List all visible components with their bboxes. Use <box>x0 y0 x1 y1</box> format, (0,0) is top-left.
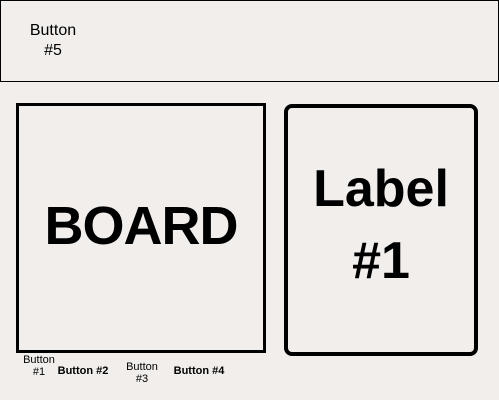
button-5[interactable]: Button #5 <box>25 21 81 61</box>
board-panel[interactable]: BOARD <box>16 103 266 353</box>
label-1-panel: Label #1 <box>284 104 478 356</box>
button-2[interactable]: Button #2 <box>53 365 113 377</box>
top-toolbar: Button #5 <box>0 0 499 82</box>
button-4[interactable]: Button #4 <box>169 365 229 377</box>
label-1-text: Label #1 <box>313 160 449 290</box>
button-3[interactable]: Button #3 <box>119 361 165 385</box>
board-label: BOARD <box>44 196 239 256</box>
